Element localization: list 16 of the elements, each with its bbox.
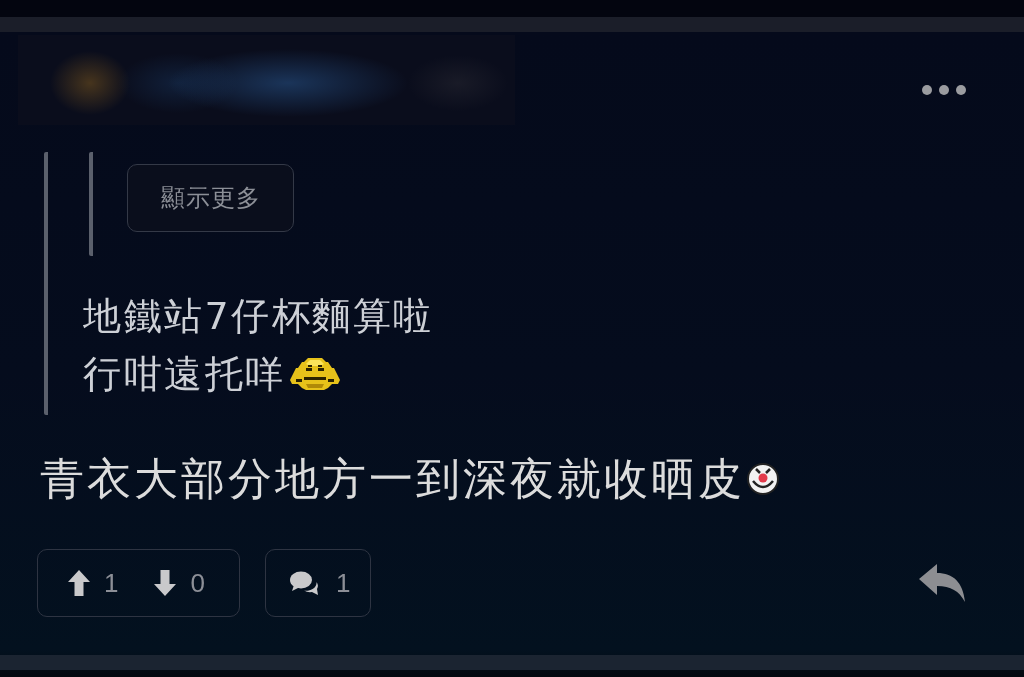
- clown-face-icon: [747, 463, 779, 495]
- more-button[interactable]: [922, 85, 966, 95]
- comment-button[interactable]: 1: [265, 549, 371, 617]
- reply-arrow-icon: [919, 564, 965, 602]
- show-more-button[interactable]: 顯示更多: [127, 164, 294, 232]
- face-emoji-icon: [289, 357, 340, 391]
- speech-bubbles-icon: [290, 571, 318, 595]
- quote-text: 行咁遠托咩: [83, 351, 286, 398]
- reply-button[interactable]: [919, 564, 965, 602]
- up-arrow-icon: [68, 570, 90, 596]
- upvote-button[interactable]: 1: [68, 570, 119, 596]
- down-arrow-icon: [154, 570, 177, 596]
- more-icon: [922, 85, 966, 95]
- quote-text: 地鐵站7仔杯麵算啦: [83, 293, 434, 340]
- post-text: 青衣大部分地方一到深夜就收晒皮: [40, 452, 745, 506]
- downvote-button[interactable]: 0: [154, 570, 205, 596]
